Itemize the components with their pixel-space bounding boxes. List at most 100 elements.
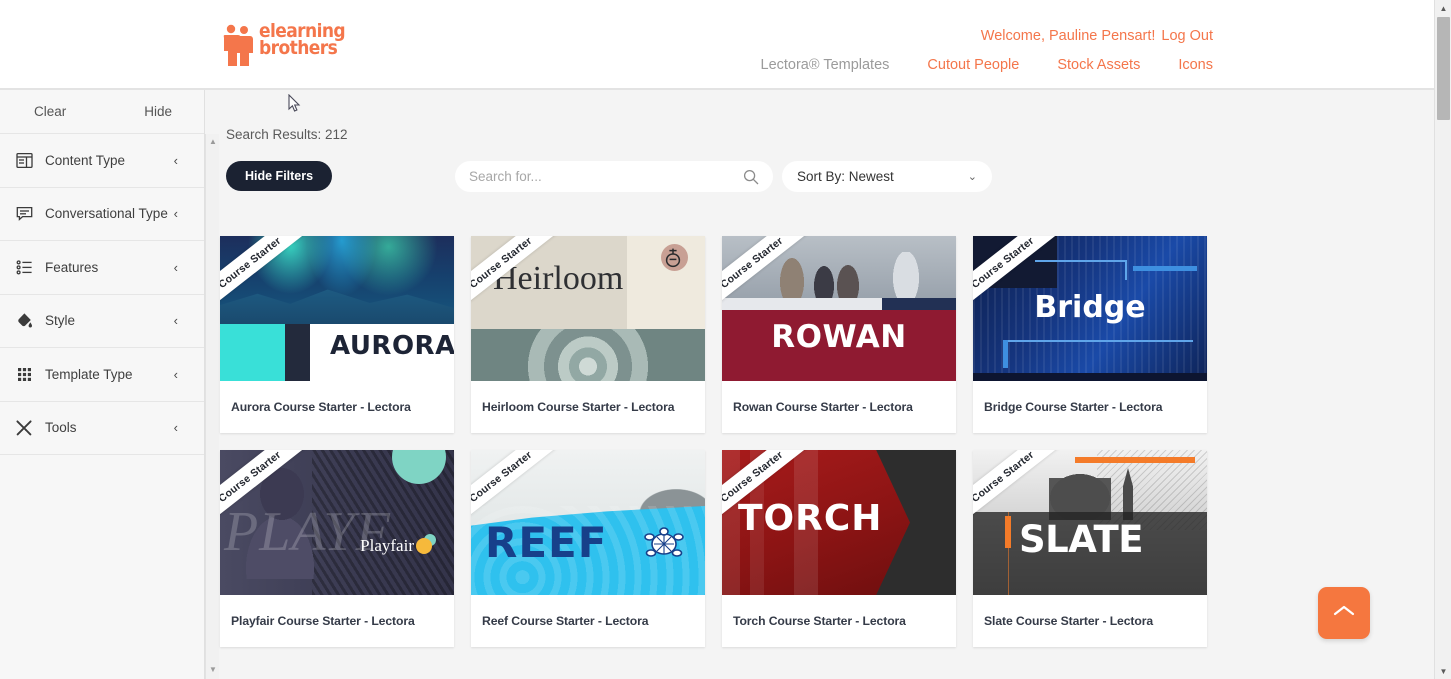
tools-icon: [13, 417, 35, 439]
template-wordmark: TORCH: [738, 498, 883, 539]
card-title: Heirloom Course Starter - Lectora: [482, 400, 675, 414]
template-wordmark: Playfair: [360, 536, 414, 555]
card-title: Rowan Course Starter - Lectora: [733, 400, 913, 414]
template-wordmark: AURORA: [330, 331, 454, 361]
card-thumbnail[interactable]: PLAYF Playfair Course Starter: [220, 450, 454, 595]
template-card[interactable]: AURORA Course Starter Aurora Course Star…: [220, 236, 454, 433]
scroll-down-arrow-icon[interactable]: ▼: [1435, 663, 1451, 679]
chevron-up-icon: [1332, 603, 1356, 624]
bridge-accent-2: [1035, 260, 1127, 262]
rowan-navy-strip: [882, 298, 956, 310]
beet-icon: [663, 247, 683, 268]
search-input[interactable]: [469, 169, 743, 184]
template-card[interactable]: Bridge Course Starter Bridge Course Star…: [973, 236, 1207, 433]
template-card[interactable]: PLAYF Playfair Course Starter Playfair C…: [220, 450, 454, 647]
scroll-to-top-button[interactable]: [1318, 587, 1370, 639]
scroll-up-arrow-icon[interactable]: ▲: [1435, 0, 1451, 16]
welcome-text: Welcome, Pauline Pensart!: [980, 28, 1156, 44]
slate-dome-art: [1049, 458, 1111, 520]
card-thumbnail[interactable]: ROWAN Course Starter: [722, 236, 956, 381]
hide-filters-button[interactable]: Hide Filters: [226, 161, 333, 191]
template-wordmark: REEF: [485, 518, 608, 567]
scroll-up-arrow-icon[interactable]: ▲: [206, 135, 220, 148]
template-card-grid: AURORA Course Starter Aurora Course Star…: [220, 236, 1220, 647]
chat-bubble-icon: [13, 203, 35, 225]
primary-nav: Lectora® Templates Cutout People Stock A…: [761, 57, 1214, 73]
page-root: elearning brothers Welcome, Pauline Pens…: [0, 0, 1451, 679]
results-toolbar: Hide Filters Sort By: Newest ⌄: [226, 161, 1226, 195]
browser-scrollbar[interactable]: ▲ ▼: [1434, 0, 1451, 679]
sidebar-item-content-type[interactable]: Content Type ‹: [0, 134, 204, 188]
paint-bucket-icon: [13, 310, 35, 332]
sidebar-item-label: Template Type: [45, 366, 133, 382]
scroll-down-arrow-icon[interactable]: ▼: [206, 663, 220, 676]
layout-icon: [13, 149, 35, 171]
playfair-ghost-wordmark: PLAYF: [224, 501, 391, 563]
nav-item-stock-assets[interactable]: Stock Assets: [1057, 57, 1140, 73]
template-card[interactable]: TORCH Course Starter Torch Course Starte…: [722, 450, 956, 647]
bridge-accent-4: [1003, 340, 1193, 342]
heirloom-rose-photo: [471, 329, 705, 381]
card-thumbnail[interactable]: Bridge Course Starter: [973, 236, 1207, 381]
sidebar-item-label: Conversational Type: [45, 206, 168, 222]
chevron-left-icon: ‹: [173, 420, 178, 436]
template-card[interactable]: SLATE Course Starter Slate Course Starte…: [973, 450, 1207, 647]
chevron-left-icon: ‹: [173, 152, 178, 168]
site-header: elearning brothers Welcome, Pauline Pens…: [0, 0, 1434, 90]
elearning-brothers-logo[interactable]: elearning brothers: [222, 21, 346, 67]
rowan-light-strip: [722, 298, 882, 310]
card-title: Slate Course Starter - Lectora: [984, 614, 1154, 628]
hide-sidebar-button[interactable]: Hide: [144, 104, 172, 119]
clear-filters-button[interactable]: Clear: [34, 104, 66, 119]
bridge-accent-5: [1003, 340, 1008, 368]
results-area: Search Results: 212 Hide Filters Sort By…: [220, 90, 1434, 679]
chevron-left-icon: ‹: [173, 259, 178, 275]
card-thumbnail[interactable]: TORCH Course Starter: [722, 450, 956, 595]
slate-orange-top-bar: [1075, 457, 1195, 463]
chevron-down-icon: ⌄: [967, 171, 977, 183]
card-thumbnail[interactable]: REEF Course Starter: [471, 450, 705, 595]
search-icon[interactable]: [743, 169, 759, 185]
sidebar-item-features[interactable]: Features ‹: [0, 241, 204, 295]
sidebar-item-conversational-type[interactable]: Conversational Type ‹: [0, 187, 204, 241]
sidebar-item-label: Tools: [45, 420, 77, 436]
list-icon: [13, 256, 35, 278]
page-body: Clear Hide Content Type ‹ Conversational…: [0, 90, 1434, 679]
card-title: Reef Course Starter - Lectora: [482, 614, 649, 628]
scrollbar-thumb[interactable]: [1437, 17, 1450, 120]
card-title: Torch Course Starter - Lectora: [733, 614, 906, 628]
sidebar-item-template-type[interactable]: Template Type ‹: [0, 348, 204, 402]
card-thumbnail[interactable]: AURORA Course Starter: [220, 236, 454, 381]
search-box[interactable]: [455, 161, 773, 192]
sidebar-empty-space: [0, 455, 204, 620]
template-wordmark: ROWAN: [771, 319, 907, 355]
chevron-left-icon: ‹: [173, 206, 178, 222]
sidebar-item-tools[interactable]: Tools ‹: [0, 401, 204, 455]
template-wordmark: Bridge: [1034, 290, 1146, 325]
sidebar-item-style[interactable]: Style ‹: [0, 294, 204, 348]
nav-item-cutout-people[interactable]: Cutout People: [927, 57, 1019, 73]
turtle-icon: [643, 524, 685, 564]
card-title: Playfair Course Starter - Lectora: [231, 614, 415, 628]
bridge-accent-1: [1133, 266, 1197, 271]
search-results-count: Search Results: 212: [226, 127, 348, 142]
template-card[interactable]: Heirloom Course Starter Heirloom Course …: [471, 236, 705, 433]
card-thumbnail[interactable]: Heirloom Course Starter: [471, 236, 705, 381]
filters-header: Clear Hide: [0, 90, 204, 134]
logout-link[interactable]: Log Out: [1161, 28, 1213, 44]
nav-item-icons[interactable]: Icons: [1178, 57, 1213, 73]
sidebar-scrollbar[interactable]: ▲ ▼: [205, 134, 219, 679]
grid-dots-icon: [13, 363, 35, 385]
chevron-left-icon: ‹: [173, 366, 178, 382]
sidebar-item-label: Content Type: [45, 152, 126, 168]
bridge-accent-3: [1125, 260, 1127, 280]
mouse-cursor: [288, 93, 301, 113]
template-card[interactable]: REEF Course Starter Reef Course Starter …: [471, 450, 705, 647]
bridge-base-bar: [973, 373, 1207, 381]
brothers-mark-icon: [222, 23, 256, 67]
filters-sidebar: Clear Hide Content Type ‹ Conversational…: [0, 90, 205, 679]
card-thumbnail[interactable]: SLATE Course Starter: [973, 450, 1207, 595]
nav-item-lectora-templates[interactable]: Lectora® Templates: [761, 57, 890, 73]
sort-by-dropdown[interactable]: Sort By: Newest ⌄: [782, 161, 992, 192]
template-card[interactable]: ROWAN Course Starter Rowan Course Starte…: [722, 236, 956, 433]
